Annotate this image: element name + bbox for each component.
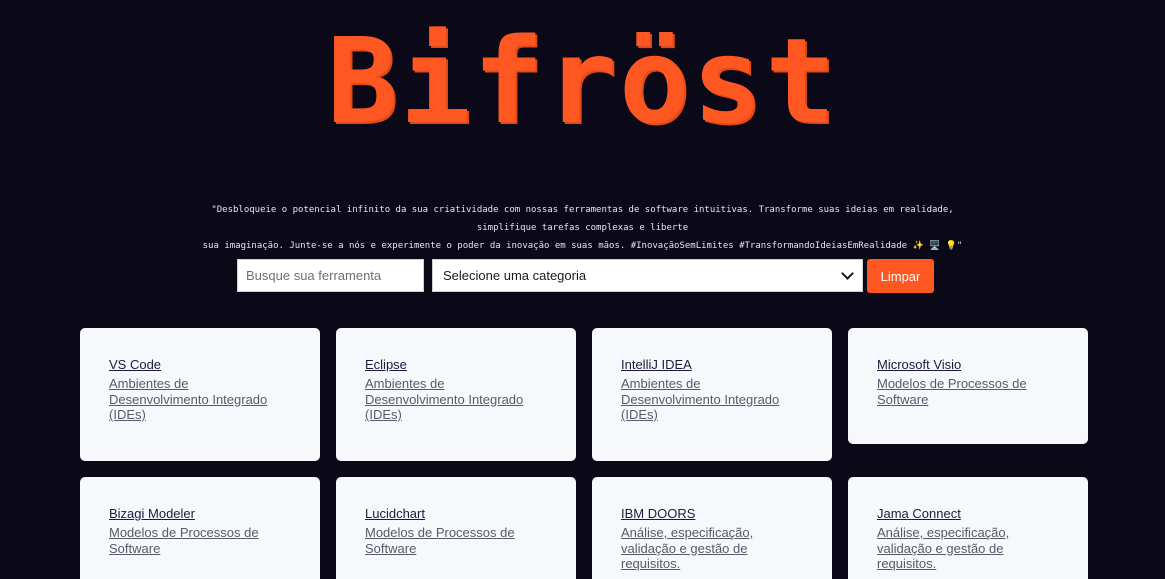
tool-card-category[interactable]: Ambientes de Desenvolvimento Integrado (… bbox=[109, 376, 291, 423]
tool-card[interactable]: Bizagi Modeler Modelos de Processos de S… bbox=[80, 477, 320, 579]
tool-card-category[interactable]: Modelos de Processos de Software bbox=[109, 525, 291, 556]
category-select-value: Selecione uma categoria bbox=[443, 268, 587, 283]
tool-card[interactable]: Microsoft Visio Modelos de Processos de … bbox=[848, 328, 1088, 444]
clear-button[interactable]: Limpar bbox=[867, 259, 934, 293]
tool-card[interactable]: IntelliJ IDEA Ambientes de Desenvolvimen… bbox=[592, 328, 832, 461]
tool-card[interactable]: VS Code Ambientes de Desenvolvimento Int… bbox=[80, 328, 320, 461]
tool-card[interactable]: IBM DOORS Análise, especificação, valida… bbox=[592, 477, 832, 579]
tool-card-category[interactable]: Ambientes de Desenvolvimento Integrado (… bbox=[621, 376, 803, 423]
tool-card-title[interactable]: Eclipse bbox=[365, 356, 547, 373]
tool-card-category[interactable]: Análise, especificação, validação e gest… bbox=[621, 525, 803, 572]
tool-card-category[interactable]: Ambientes de Desenvolvimento Integrado (… bbox=[365, 376, 547, 423]
tool-card-title[interactable]: Bizagi Modeler bbox=[109, 505, 291, 522]
search-input[interactable] bbox=[237, 259, 424, 292]
tool-card-category[interactable]: Modelos de Processos de Software bbox=[365, 525, 547, 556]
tagline-line-1: "Desbloqueie o potencial infinito da sua… bbox=[211, 205, 954, 233]
tool-card-category[interactable]: Análise, especificação, validação e gest… bbox=[877, 525, 1059, 572]
chevron-down-icon bbox=[841, 267, 854, 280]
brand-logo: Bifröst bbox=[326, 12, 839, 150]
tool-card-title[interactable]: VS Code bbox=[109, 356, 291, 373]
page: Bifröst "Desbloqueie o potencial infinit… bbox=[0, 0, 1165, 579]
tool-card-title[interactable]: Jama Connect bbox=[877, 505, 1059, 522]
tagline: "Desbloqueie o potencial infinito da sua… bbox=[180, 201, 985, 255]
tagline-line-2: sua imaginação. Junte-se a nós e experim… bbox=[202, 241, 963, 251]
tool-card-title[interactable]: Lucidchart bbox=[365, 505, 547, 522]
tool-card[interactable]: Eclipse Ambientes de Desenvolvimento Int… bbox=[336, 328, 576, 461]
tool-card[interactable]: Lucidchart Modelos de Processos de Softw… bbox=[336, 477, 576, 579]
tool-card-category[interactable]: Modelos de Processos de Software bbox=[877, 376, 1059, 407]
tool-card-title[interactable]: Microsoft Visio bbox=[877, 356, 1059, 373]
tool-card-title[interactable]: IBM DOORS bbox=[621, 505, 803, 522]
tool-card-title[interactable]: IntelliJ IDEA bbox=[621, 356, 803, 373]
category-select[interactable]: Selecione uma categoria bbox=[432, 259, 863, 292]
tool-card[interactable]: Jama Connect Análise, especificação, val… bbox=[848, 477, 1088, 579]
